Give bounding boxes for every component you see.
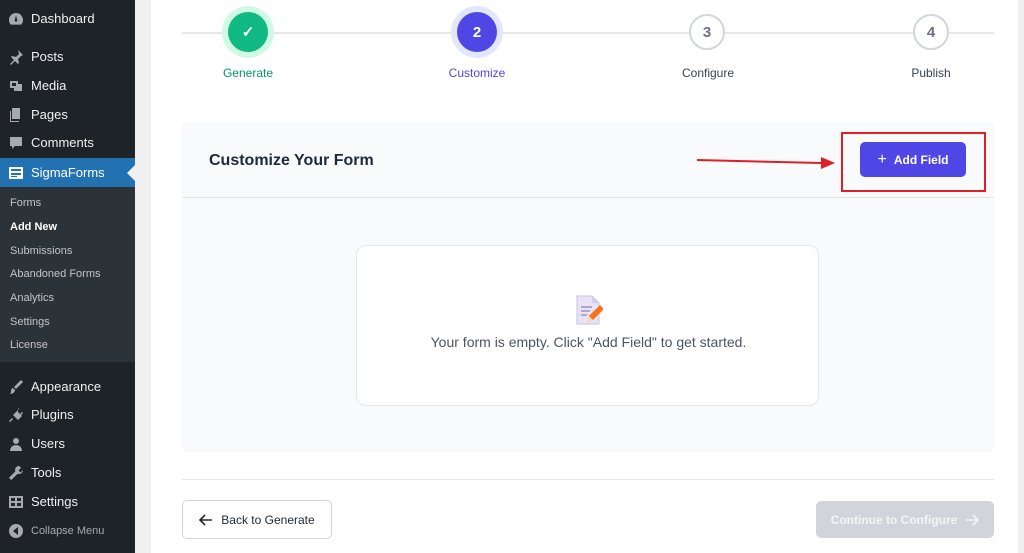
submenu-submissions[interactable]: Submissions xyxy=(10,243,72,259)
arrow-left-icon xyxy=(199,513,213,526)
footer-divider xyxy=(182,479,994,480)
main-content: ✓ Generate 2 Customize 3 Configure 4 Pub… xyxy=(151,0,1024,553)
back-label: Back to Generate xyxy=(221,512,315,527)
menu-label: Plugins xyxy=(31,407,74,422)
customize-form-card: Customize Your Form + Add Field Your for… xyxy=(182,122,994,452)
settings-icon xyxy=(8,494,24,510)
collapse-label: Collapse Menu xyxy=(31,524,105,537)
user-icon xyxy=(8,436,24,452)
form-icon xyxy=(8,165,24,181)
form-edit-icon xyxy=(576,295,603,325)
admin-sidebar: Dashboard Posts Media Pages Comments Sig… xyxy=(0,0,135,553)
stepper-track xyxy=(182,32,994,34)
step-generate-circle[interactable]: ✓ xyxy=(228,12,268,52)
menu-label: Appearance xyxy=(31,379,102,394)
collapse-menu-button[interactable]: Collapse Menu xyxy=(0,516,135,545)
empty-form-message: Your form is empty. Click "Add Field" to… xyxy=(430,334,747,350)
step-customize-label: Customize xyxy=(448,66,506,80)
checkmark-icon: ✓ xyxy=(241,24,255,41)
step-generate-label: Generate xyxy=(222,66,274,80)
sigmaforms-submenu: Forms Add New Submissions Abandoned Form… xyxy=(0,187,135,362)
arrow-right-icon xyxy=(966,513,980,526)
card-title: Customize Your Form xyxy=(209,152,374,169)
media-icon xyxy=(8,78,24,94)
menu-label: Users xyxy=(31,436,65,451)
submenu-settings[interactable]: Settings xyxy=(10,314,50,330)
menu-label: Tools xyxy=(31,465,62,480)
step-publish-circle[interactable]: 4 xyxy=(913,14,949,50)
empty-form-placeholder: Your form is empty. Click "Add Field" to… xyxy=(356,245,819,406)
brush-icon xyxy=(8,379,24,395)
collapse-icon xyxy=(8,523,24,539)
submenu-forms[interactable]: Forms xyxy=(10,195,41,211)
annotation-arrow-icon xyxy=(697,157,835,169)
menu-item-sigmaforms[interactable]: SigmaForms xyxy=(0,158,135,187)
menu-item-settings[interactable]: Settings xyxy=(0,487,135,516)
step-configure-label: Configure xyxy=(681,66,735,80)
submenu-add-new[interactable]: Add New xyxy=(10,219,57,235)
step-configure-circle[interactable]: 3 xyxy=(689,14,725,50)
step-customize-circle[interactable]: 2 xyxy=(457,12,497,52)
plug-icon xyxy=(8,407,24,423)
submenu-license[interactable]: License xyxy=(10,337,48,353)
back-to-generate-button[interactable]: Back to Generate xyxy=(182,500,332,539)
submenu-abandoned-forms[interactable]: Abandoned Forms xyxy=(10,266,101,282)
continue-to-configure-button[interactable]: Continue to Configure xyxy=(816,501,994,538)
add-field-button[interactable]: + Add Field xyxy=(860,142,966,177)
menu-item-plugins[interactable]: Plugins xyxy=(0,400,135,429)
menu-item-pages[interactable]: Pages xyxy=(0,100,135,129)
plus-icon: + xyxy=(877,150,887,168)
menu-label: SigmaForms xyxy=(31,165,105,180)
comments-icon xyxy=(8,135,24,151)
menu-label: Dashboard xyxy=(31,11,95,26)
menu-label: Comments xyxy=(31,135,94,150)
menu-item-users[interactable]: Users xyxy=(0,429,135,458)
window-scrollbar[interactable] xyxy=(1018,0,1024,553)
pin-icon xyxy=(8,49,24,65)
menu-label: Pages xyxy=(31,107,68,122)
pages-icon xyxy=(8,107,24,123)
active-indicator xyxy=(127,164,135,181)
menu-item-comments[interactable]: Comments xyxy=(0,128,135,157)
menu-item-appearance[interactable]: Appearance xyxy=(0,372,135,401)
menu-item-dashboard[interactable]: Dashboard xyxy=(0,4,135,33)
add-field-label: Add Field xyxy=(893,152,949,167)
card-header: Customize Your Form + Add Field xyxy=(182,122,994,198)
menu-label: Media xyxy=(31,78,67,93)
submenu-analytics[interactable]: Analytics xyxy=(10,290,54,306)
menu-item-tools[interactable]: Tools xyxy=(0,458,135,487)
menu-item-media[interactable]: Media xyxy=(0,71,135,100)
continue-label: Continue to Configure xyxy=(830,512,958,527)
step-number: 3 xyxy=(702,23,712,41)
step-publish-label: Publish xyxy=(911,66,951,80)
dashboard-icon xyxy=(8,11,24,27)
step-number: 4 xyxy=(926,23,936,41)
menu-label: Posts xyxy=(31,49,64,64)
menu-item-posts[interactable]: Posts xyxy=(0,42,135,71)
wrench-icon xyxy=(8,465,24,481)
menu-label: Settings xyxy=(31,494,78,509)
step-number: 2 xyxy=(472,23,482,41)
